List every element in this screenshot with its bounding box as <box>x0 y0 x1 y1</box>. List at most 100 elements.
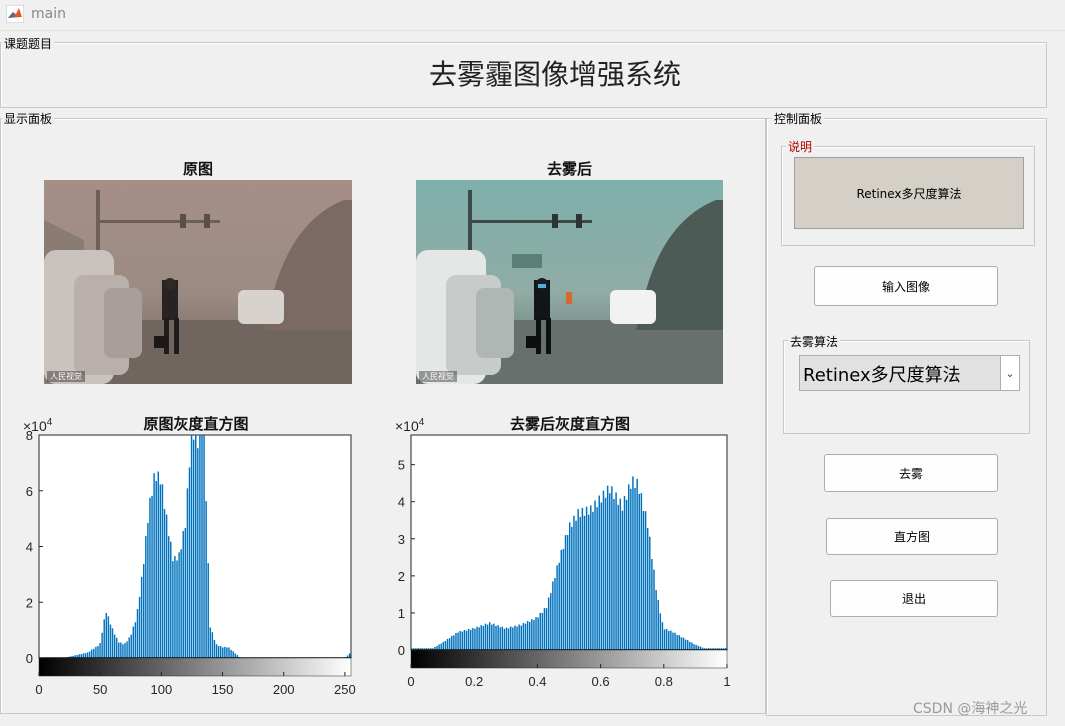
histogram-bar <box>566 535 569 650</box>
chevron-down-icon[interactable]: ⌄ <box>1000 356 1019 390</box>
histogram-bar <box>86 652 89 658</box>
histogram-bar <box>93 648 95 658</box>
histogram-bar <box>491 624 493 650</box>
histogram-bar <box>632 476 634 650</box>
histogram-bar <box>543 607 546 650</box>
histogram-button[interactable]: 直方图 <box>826 518 998 555</box>
histogram-bar <box>655 589 657 650</box>
histogram-bar <box>176 560 178 658</box>
control-panel-label: 控制面板 <box>772 110 825 127</box>
histogram-bar <box>672 632 674 650</box>
grayscale-colorbar <box>38 657 352 677</box>
histogram-bar <box>126 641 128 658</box>
histogram-bar <box>577 509 579 650</box>
histogram-bar <box>541 612 544 650</box>
histogram-bar <box>560 549 563 650</box>
grayscale-colorbar <box>410 649 728 669</box>
histogram-bar <box>634 487 636 650</box>
histogram-bar <box>537 617 539 650</box>
histogram-bar <box>621 510 624 650</box>
y-tick-label: 3 <box>398 532 405 547</box>
histogram-bar <box>550 593 552 650</box>
histogram-bar <box>474 628 476 650</box>
histogram-bar <box>600 502 603 650</box>
histogram-bar <box>232 651 234 658</box>
histogram-bar <box>495 625 497 650</box>
histogram-bar <box>215 644 218 658</box>
histogram-bar <box>693 644 695 650</box>
histogram-bar <box>651 559 653 650</box>
histogram-bar <box>147 522 149 658</box>
x-tick-label: 200 <box>273 682 295 697</box>
histogram-bar <box>670 630 672 650</box>
page-title: 去雾霾图像增强系统 <box>428 58 681 91</box>
histogram-bar <box>219 646 222 658</box>
histogram-bar <box>598 495 600 650</box>
histogram-bar <box>469 629 472 650</box>
algorithm-dropdown[interactable]: Retinex多尺度算法 ⌄ <box>799 355 1020 391</box>
histogram-bar <box>518 624 520 650</box>
note-text: Retinex多尺度算法 <box>794 157 1024 229</box>
csdn-watermark: CSDN @海神之光 <box>913 701 1028 717</box>
histogram-bar <box>663 629 666 650</box>
photo-watermark: 人民视觉 <box>47 371 85 382</box>
histogram-bar <box>174 556 176 658</box>
histogram-bar <box>134 622 137 658</box>
histogram-bar <box>602 490 605 650</box>
histogram-bar <box>186 488 189 658</box>
histogram-bar <box>461 631 464 650</box>
histogram-bar <box>132 626 135 658</box>
histogram-bar <box>122 644 124 658</box>
histogram-bar <box>579 517 582 650</box>
histogram-bar <box>569 522 571 650</box>
y-tick-label: 6 <box>26 484 33 499</box>
histogram-bar <box>438 644 440 650</box>
histogram-bar <box>625 499 628 650</box>
y-multiplier-label: ×104 <box>395 417 425 434</box>
histogram-bar <box>88 651 91 658</box>
histogram-bar <box>205 501 207 658</box>
histogram-bar <box>188 467 191 658</box>
histogram-bar <box>230 649 232 658</box>
histogram-bar <box>665 628 668 650</box>
dehazed-image: 人民视觉 <box>416 180 723 384</box>
histogram-bar <box>111 628 114 658</box>
matlab-icon <box>6 5 24 23</box>
x-tick-label: 100 <box>151 682 173 697</box>
histogram-bar <box>180 549 182 658</box>
histogram-bar <box>657 599 659 650</box>
histogram-bar <box>101 632 103 658</box>
histogram-bar <box>587 514 590 650</box>
histogram-bar <box>558 562 560 650</box>
histogram-bar <box>668 631 670 650</box>
histogram-bar <box>686 640 689 650</box>
histogram-bar <box>552 581 554 650</box>
input-image-button[interactable]: 输入图像 <box>814 266 998 306</box>
histogram-bar <box>554 577 556 650</box>
histogram-bar <box>585 506 588 650</box>
histogram-bar <box>678 635 681 650</box>
histogram-bar <box>99 643 101 658</box>
histogram-bar <box>455 632 457 650</box>
histogram-bar <box>165 514 168 658</box>
histogram-bar <box>453 635 455 650</box>
histogram-bar <box>630 488 632 650</box>
histogram-bar <box>592 511 594 650</box>
histogram-bar <box>209 627 212 658</box>
histogram-bar <box>170 541 172 658</box>
histogram-bar <box>695 644 697 650</box>
histogram-bar <box>564 535 567 650</box>
note-label: 说明 <box>786 138 815 155</box>
histogram-bar <box>451 635 453 650</box>
histogram-bar <box>691 642 693 650</box>
photo-watermark: 人民视觉 <box>419 371 457 382</box>
histogram-bar <box>644 511 647 650</box>
histogram-bar <box>97 646 99 658</box>
histogram-bar <box>130 634 132 658</box>
exit-button[interactable]: 退出 <box>830 580 998 617</box>
y-tick-label: 0 <box>26 651 33 666</box>
dehaze-button[interactable]: 去雾 <box>824 454 998 492</box>
histogram-bar <box>661 622 664 650</box>
histogram-bar <box>224 646 226 658</box>
histogram-bar <box>228 647 230 658</box>
